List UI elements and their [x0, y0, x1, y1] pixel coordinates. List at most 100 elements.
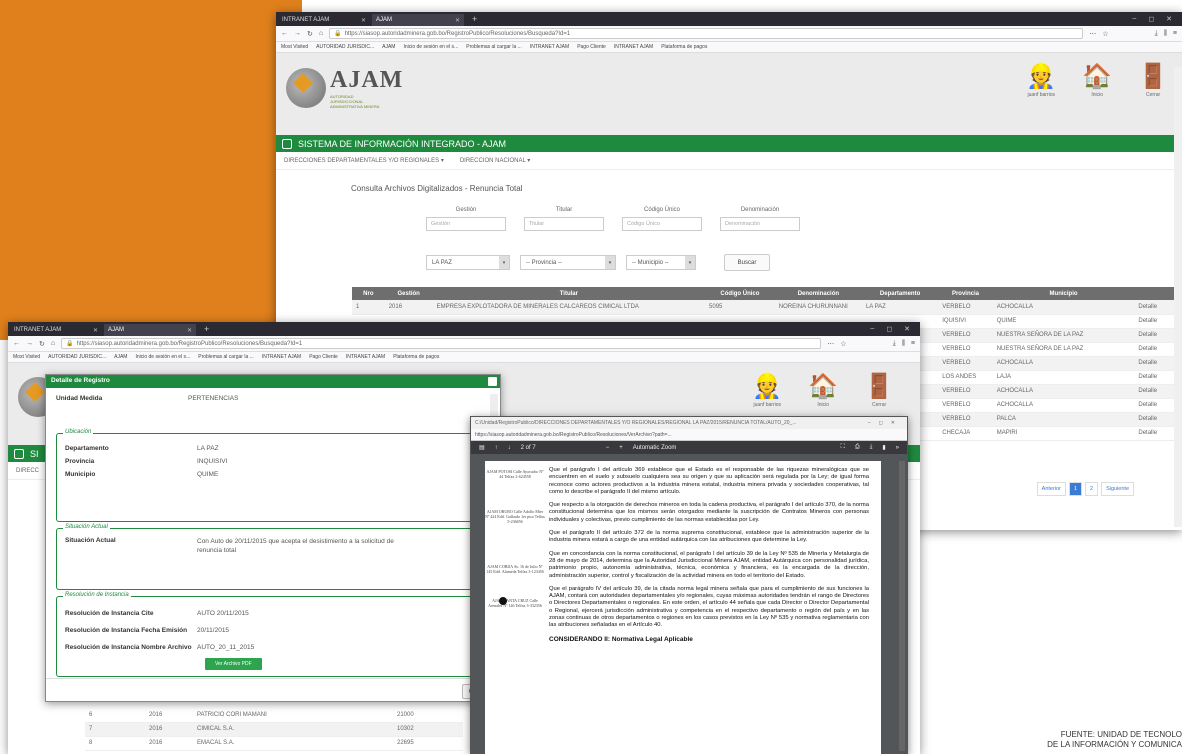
fullscreen-icon[interactable]: ⛶ — [841, 444, 845, 451]
save-icon[interactable]: ⤓ — [870, 444, 873, 451]
ajam-logo[interactable]: AJAM AUTORIDAD JURISDICCIONAL ADMINISTRAT… — [286, 67, 403, 109]
detalle-link[interactable]: Detalle — [1134, 384, 1178, 399]
bookmark-item[interactable]: AUTORIDAD JURISDIC... — [316, 44, 374, 50]
download-icon[interactable]: ⤓ — [1155, 30, 1158, 38]
maximize-icon[interactable]: ◻ — [1148, 15, 1154, 23]
user-button[interactable]: 👷 juanf barrios — [1026, 65, 1056, 99]
detalle-link[interactable]: Detalle — [1134, 314, 1178, 329]
close-icon[interactable]: ✕ — [361, 17, 366, 24]
close-window-icon[interactable]: ✕ — [1166, 15, 1172, 23]
titular-input[interactable]: Titular — [524, 217, 604, 231]
zoom-select[interactable]: Automatic Zoom — [633, 445, 677, 451]
close-icon[interactable]: ✕ — [187, 327, 192, 334]
nav-departamentales[interactable]: DIRECCIONES DEPARTAMENTALES Y/O REGIONAL… — [284, 157, 444, 164]
tab-intranet[interactable]: INTRANET AJAM ✕ — [10, 324, 102, 336]
bookmark-item[interactable]: Pago Cliente — [577, 44, 606, 50]
bookmark-item[interactable]: Problemas al cargar la ... — [198, 354, 254, 360]
municipio-select[interactable]: -- Municipio -- ▾ — [626, 255, 696, 270]
ver-pdf-button[interactable]: Ver Archivo PDF — [205, 658, 262, 670]
logout-button[interactable]: 🚪 Cerrar — [1138, 65, 1168, 99]
col-codigo[interactable]: Código Único — [705, 287, 775, 300]
forward-icon[interactable]: → — [294, 30, 301, 37]
menu-icon[interactable]: ≡ — [911, 340, 915, 347]
provincia-select[interactable]: -- Provincia -- ▾ — [520, 255, 616, 270]
tools-icon[interactable]: » — [896, 445, 899, 451]
prev-page-icon[interactable]: ↑ — [495, 445, 498, 451]
page-scrollbar[interactable] — [1174, 67, 1182, 527]
more-icon[interactable]: ⋯ — [827, 340, 834, 348]
bookmark-item[interactable]: AJAM — [382, 44, 395, 50]
star-icon[interactable]: ☆ — [840, 340, 846, 348]
bookmark-item[interactable]: Pago Cliente — [309, 354, 338, 360]
logout-button[interactable]: 🚪 Cerrar — [864, 375, 894, 409]
bookmark-item[interactable]: INTRANET AJAM — [614, 44, 653, 50]
menu-icon[interactable]: ≡ — [1173, 30, 1177, 37]
col-denominacion[interactable]: Denominación — [774, 287, 862, 300]
nav-nacional[interactable]: DIRECCION NACIONAL ▾ — [460, 157, 530, 164]
pdf-window-controls[interactable]: –◻✕ — [868, 420, 903, 426]
zoom-out-icon[interactable]: − — [606, 445, 610, 451]
col-gestion[interactable]: Gestión — [384, 287, 433, 300]
tab-ajam[interactable]: AJAM ✕ — [372, 14, 464, 26]
minimize-icon[interactable]: – — [870, 325, 874, 333]
url-bar[interactable]: 🔒 https://siasop.autoridadminera.gob.bo/R… — [61, 338, 822, 349]
maximize-icon[interactable]: ◻ — [886, 325, 892, 333]
detalle-link[interactable]: Detalle — [1134, 300, 1178, 315]
home-button[interactable]: 🏠 Inicio — [808, 375, 838, 409]
print-icon[interactable]: ⎙ — [855, 444, 860, 451]
nav-departamentales[interactable]: DIRECC — [16, 468, 39, 474]
pdf-url-bar[interactable]: https://siasop.autoridadminera.gob.bo/Re… — [471, 429, 907, 441]
modal-close-icon[interactable] — [488, 377, 497, 386]
codigo-input[interactable]: Código Único — [622, 217, 702, 231]
bookmark-item[interactable]: INTRANET AJAM — [262, 354, 301, 360]
back-icon[interactable]: ← — [281, 30, 288, 37]
sidebar-toggle-icon[interactable]: ▤ — [479, 444, 485, 451]
tab-intranet[interactable]: INTRANET AJAM ✕ — [278, 14, 370, 26]
back-icon[interactable]: ← — [13, 340, 20, 347]
bookmark-item[interactable]: INTRANET AJAM — [530, 44, 569, 50]
col-provincia[interactable]: Provincia — [938, 287, 993, 300]
bookmark-item[interactable]: AJAM — [114, 354, 127, 360]
detalle-link[interactable]: Detalle — [1134, 426, 1178, 441]
user-button[interactable]: 👷 juanf barrios — [752, 375, 782, 409]
col-nro[interactable]: Nro — [352, 287, 385, 300]
close-icon[interactable]: ✕ — [455, 17, 460, 24]
page-1-button[interactable]: 1 — [1068, 482, 1082, 496]
col-titular[interactable]: Titular — [432, 287, 706, 300]
more-icon[interactable]: ⋯ — [1089, 30, 1096, 38]
star-icon[interactable]: ☆ — [1102, 30, 1108, 38]
bookmark-item[interactable]: Plataforma de pagos — [661, 44, 707, 50]
col-departamento[interactable]: Departamento — [861, 287, 939, 300]
denominacion-input[interactable]: Denominación — [720, 217, 800, 231]
home-button[interactable]: 🏠 Inicio — [1082, 65, 1112, 99]
detalle-link[interactable]: Detalle — [1134, 342, 1178, 357]
close-window-icon[interactable]: ✕ — [904, 325, 910, 333]
bookmark-item[interactable]: Inicio de sesión en el s... — [403, 44, 458, 50]
bookmark-item[interactable]: Problemas al cargar la ... — [466, 44, 522, 50]
detalle-link[interactable]: Detalle — [1134, 356, 1178, 371]
col-municipio[interactable]: Municipio — [992, 287, 1135, 300]
page-2-button[interactable]: 2 — [1085, 482, 1099, 496]
buscar-button[interactable]: Buscar — [724, 254, 770, 271]
prev-page-button[interactable]: Anterior — [1036, 482, 1066, 496]
bookmark-item[interactable]: Inicio de sesión en el s... — [135, 354, 190, 360]
detalle-link[interactable]: Detalle — [1134, 328, 1178, 343]
bookmark-icon[interactable]: ▮ — [882, 444, 885, 451]
library-icon[interactable]: ⫼ — [902, 340, 905, 348]
next-page-icon[interactable]: ↓ — [508, 445, 511, 451]
bookmark-item[interactable]: Most Visited — [13, 354, 40, 360]
pdf-scrollbar[interactable] — [899, 461, 905, 751]
departamento-select[interactable]: LA PAZ ▾ — [426, 255, 510, 270]
reload-icon[interactable]: ↻ — [39, 340, 45, 348]
next-page-button[interactable]: Siguiente — [1101, 482, 1134, 496]
library-icon[interactable]: ⫼ — [1164, 30, 1167, 38]
new-tab-icon[interactable]: + — [466, 14, 483, 24]
tab-ajam[interactable]: AJAM ✕ — [104, 324, 196, 336]
gestion-input[interactable]: Gestión — [426, 217, 506, 231]
bookmark-item[interactable]: Plataforma de pagos — [393, 354, 439, 360]
bookmark-item[interactable]: INTRANET AJAM — [346, 354, 385, 360]
detalle-link[interactable]: Detalle — [1134, 370, 1178, 385]
detalle-link[interactable]: Detalle — [1134, 412, 1178, 427]
bookmark-item[interactable]: Most Visited — [281, 44, 308, 50]
download-icon[interactable]: ⤓ — [893, 340, 896, 348]
